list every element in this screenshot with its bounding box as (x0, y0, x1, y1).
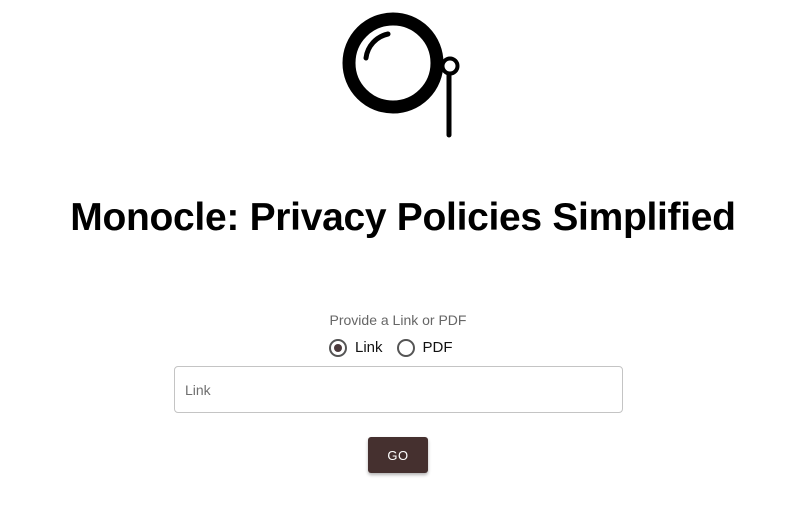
radio-option-pdf[interactable]: PDF (396, 339, 453, 357)
radio-link-circle[interactable] (329, 339, 347, 357)
radio-link-label: Link (355, 339, 383, 356)
radio-option-link[interactable]: Link (329, 339, 383, 357)
page-title: Monocle: Privacy Policies Simplified (70, 196, 736, 239)
source-type-radio-group: Link PDF (329, 337, 453, 359)
radio-pdf-circle[interactable] (396, 339, 415, 357)
radio-pdf-label: PDF (422, 339, 453, 356)
monocle-logo (338, 8, 466, 144)
link-input[interactable] (174, 366, 623, 413)
monocle-icon (342, 12, 460, 138)
go-button[interactable]: GO (368, 437, 428, 473)
source-type-label: Provide a Link or PDF (329, 312, 467, 328)
